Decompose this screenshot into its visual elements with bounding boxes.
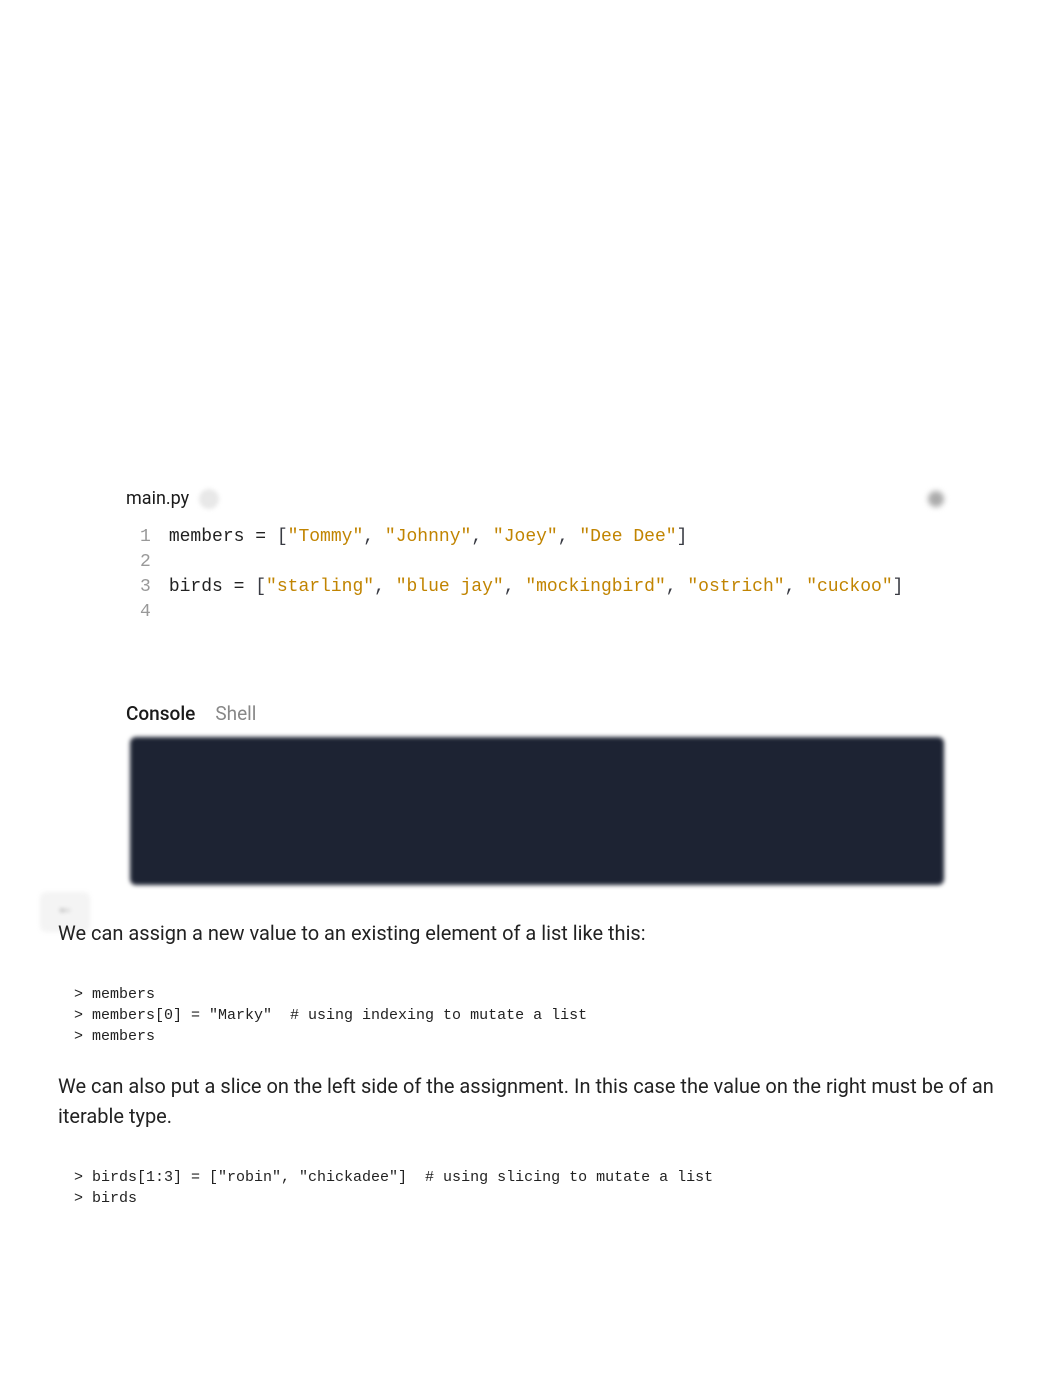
- file-tab-bar: main.py: [126, 488, 944, 519]
- status-indicator-icon: [928, 491, 944, 507]
- file-tab-indicator: [199, 489, 219, 509]
- filename-label: main.py: [126, 488, 189, 509]
- code-example: > members > members[0] = "Marky" # using…: [58, 972, 1004, 1071]
- line-number: 4: [140, 600, 151, 625]
- code-line: members = ["Tommy", "Johnny", "Joey", "D…: [169, 525, 904, 550]
- code-line: [169, 550, 904, 575]
- paragraph: We can assign a new value to an existing…: [58, 918, 1004, 948]
- code-example-line: > members: [74, 984, 988, 1005]
- code-area[interactable]: 1 2 3 4 members = ["Tommy", "Johnny", "J…: [126, 519, 944, 625]
- code-example: > birds[1:3] = ["robin", "chickadee"] # …: [58, 1155, 1004, 1233]
- file-tab[interactable]: main.py: [126, 488, 219, 509]
- tab-shell[interactable]: Shell: [215, 702, 256, 725]
- line-number: 1: [140, 525, 151, 550]
- console-tabs: Console Shell: [126, 702, 944, 737]
- console-panel: Console Shell: [126, 702, 944, 885]
- paragraph: We can also put a slice on the left side…: [58, 1071, 1004, 1131]
- line-number-gutter: 1 2 3 4: [126, 525, 151, 625]
- console-output[interactable]: [130, 737, 944, 885]
- code-lines: members = ["Tommy", "Johnny", "Joey", "D…: [169, 525, 904, 625]
- lesson-text: We can assign a new value to an existing…: [58, 918, 1004, 1233]
- code-example-line: > members: [74, 1026, 988, 1047]
- code-example-line: > birds[1:3] = ["robin", "chickadee"] # …: [74, 1167, 988, 1188]
- code-example-line: > members[0] = "Marky" # using indexing …: [74, 1005, 988, 1026]
- tab-console[interactable]: Console: [126, 702, 195, 725]
- code-line: [169, 600, 904, 625]
- line-number: 3: [140, 575, 151, 600]
- code-line: birds = ["starling", "blue jay", "mockin…: [169, 575, 904, 600]
- code-editor: main.py 1 2 3 4 members = ["Tommy", "Joh…: [126, 488, 944, 625]
- line-number: 2: [140, 550, 151, 575]
- code-example-line: > birds: [74, 1188, 988, 1209]
